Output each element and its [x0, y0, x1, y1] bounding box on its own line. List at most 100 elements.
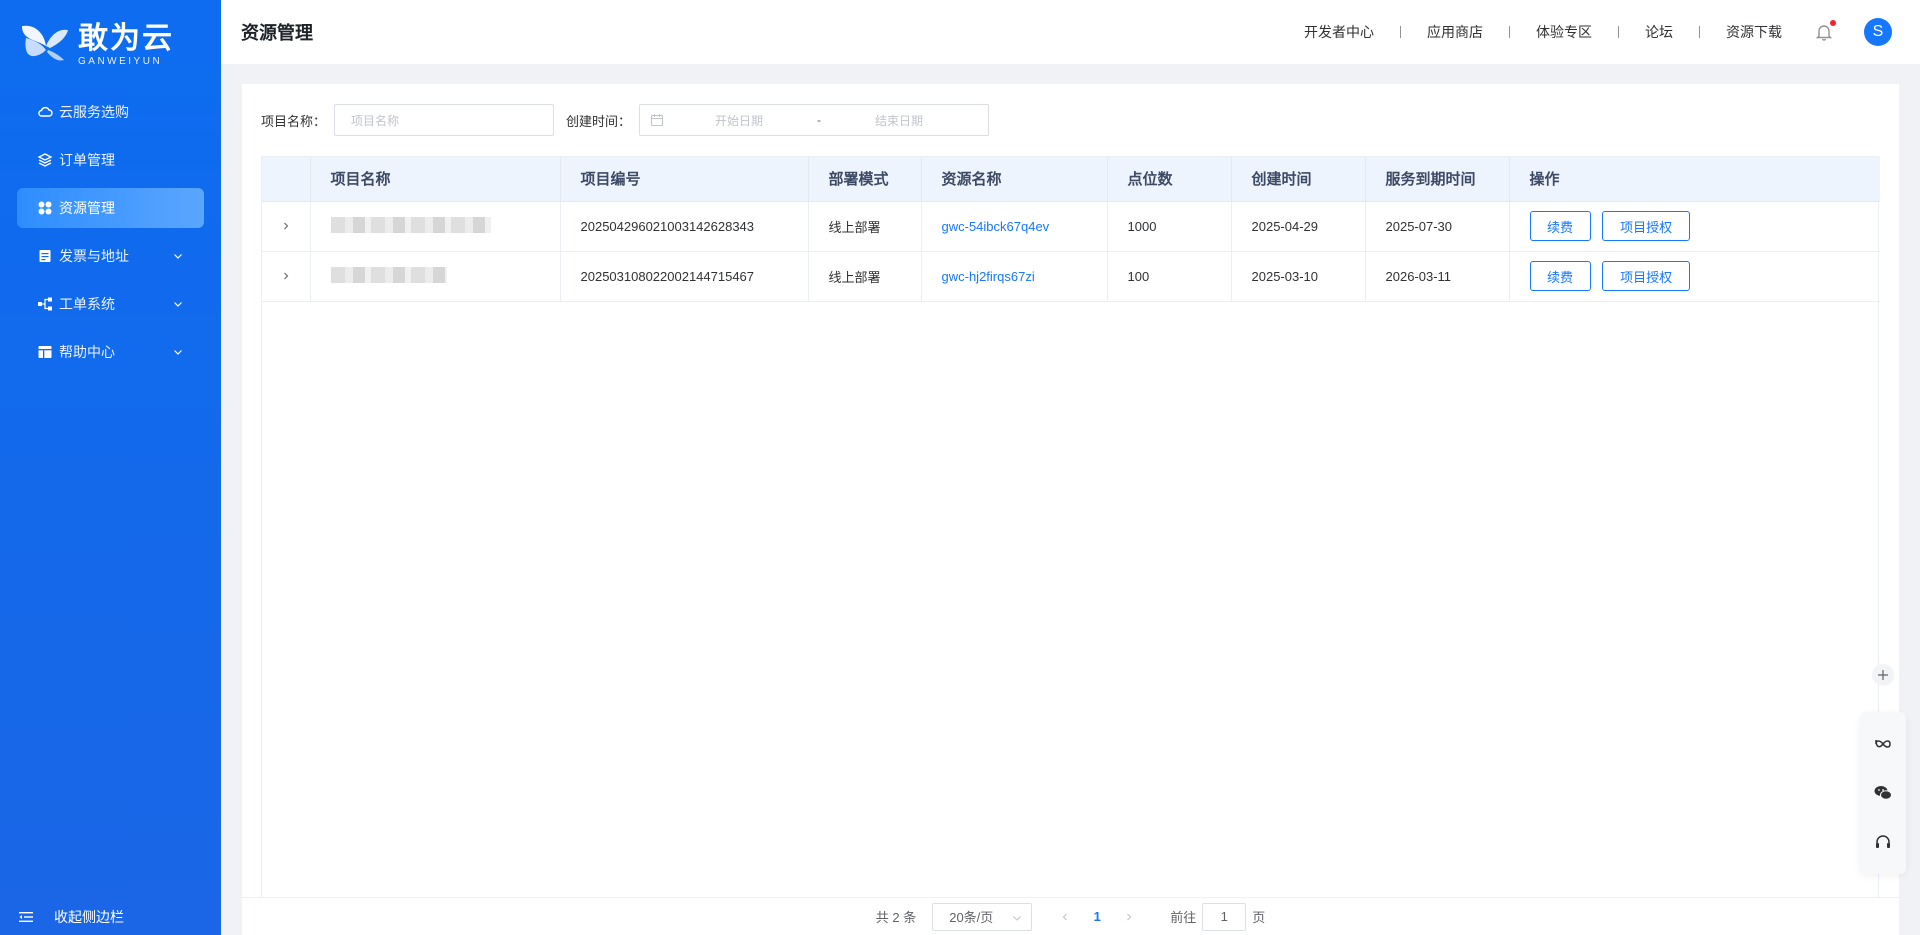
actions-cell: 续费 项目授权 — [1509, 251, 1880, 302]
resource-name-cell: gwc-hj2firqs67zi — [921, 251, 1108, 302]
renew-button[interactable]: 续费 — [1529, 261, 1591, 291]
page-size-select[interactable]: 20条/页 — [932, 902, 1033, 931]
invoice-icon — [37, 248, 53, 264]
column-header-project-name: 项目名称 — [310, 157, 561, 202]
goto-page-input[interactable]: 1 — [1202, 902, 1247, 931]
collapse-sidebar-button[interactable]: 收起侧边栏 — [18, 905, 124, 929]
sidebar-item-label: 发票与地址 — [59, 248, 129, 264]
start-date-input[interactable]: 开始日期 — [664, 112, 814, 129]
project-name-placeholder: 项目名称 — [351, 113, 400, 128]
project-name-cell — [310, 201, 561, 252]
chevron-right-icon — [281, 219, 291, 234]
column-header-points: 点位数 — [1107, 157, 1232, 202]
nav-link-resource-download[interactable]: 资源下载 — [1700, 22, 1808, 42]
resource-name-cell: gwc-54ibck67q4ev — [921, 201, 1108, 252]
project-name-label: 项目名称： — [261, 113, 327, 129]
date-range-picker[interactable]: 开始日期 - 结束日期 — [639, 104, 990, 136]
cloud-icon — [37, 104, 53, 120]
sidebar-item-label: 订单管理 — [59, 152, 115, 168]
bell-icon[interactable] — [1814, 20, 1836, 42]
top-header: 资源管理 开发者中心 应用商店 体验专区 论坛 资源下载 S — [221, 0, 1920, 64]
page-number-current[interactable]: 1 — [1082, 903, 1112, 931]
project-id-cell: 20250429602100314262834​3 — [560, 201, 809, 252]
created-time-label: 创建时间： — [566, 113, 632, 129]
sidebar-item-resources[interactable]: 资源管理 — [17, 188, 204, 228]
chevron-right-icon — [281, 269, 291, 284]
butterfly-logo-icon — [20, 22, 72, 68]
chevron-down-icon — [172, 249, 184, 261]
expand-row-button[interactable] — [262, 201, 311, 252]
column-header-project-id: 项目编号 — [560, 157, 809, 202]
nav-link-experience-zone[interactable]: 体验专区 — [1510, 22, 1618, 42]
column-header-deploy-mode: 部署模式 — [808, 157, 922, 202]
nav-link-app-store[interactable]: 应用商店 — [1401, 22, 1509, 42]
table-header-row: 项目名称 项目编号 部署模式 资源名称 点位数 创建时间 服务到期时间 操作 — [262, 157, 1880, 202]
project-name-input[interactable]: 项目名称 — [334, 104, 555, 136]
goto-label: 前往 — [1170, 910, 1197, 925]
brand-name-en: GANWEIYUN — [78, 56, 163, 67]
sidebar-item-help[interactable]: 帮助中心 — [17, 332, 204, 372]
next-page-button[interactable] — [1114, 903, 1144, 931]
brand-logo[interactable]: 敢为云 GANWEIYUN — [0, 0, 221, 90]
sidebar-item-tickets[interactable]: 工单系统 — [17, 284, 204, 324]
page-title: 资源管理 — [241, 23, 313, 43]
chevron-down-icon — [172, 297, 184, 309]
sidebar-item-orders[interactable]: 订单管理 — [17, 140, 204, 180]
plus-icon — [1878, 670, 1888, 680]
help-icon — [37, 344, 53, 360]
column-header-expand — [262, 157, 311, 202]
deploy-mode-cell: 线上部署 — [808, 251, 922, 302]
prev-page-button[interactable] — [1050, 903, 1080, 931]
layers-icon — [37, 152, 53, 168]
end-date-input[interactable]: 结束日期 — [824, 112, 974, 129]
sidebar-nav: 云服务选购 订单管理 资源管理 发票与地址 工单系统 帮助中心 — [0, 92, 221, 372]
sidebar: 敢为云 GANWEIYUN 云服务选购 订单管理 资源管理 发票与地址 工单系统… — [0, 0, 221, 935]
expand-row-button[interactable] — [262, 251, 311, 302]
created-cell: 2025-04-29 — [1231, 201, 1366, 252]
filter-bar: 项目名称： 项目名称 创建时间： 开始日期 - 结束日期 — [261, 104, 990, 136]
column-header-actions: 操作 — [1509, 157, 1880, 202]
infinity-icon[interactable] — [1873, 734, 1893, 754]
headset-support-icon[interactable] — [1873, 832, 1893, 852]
nav-link-developer-center[interactable]: 开发者中心 — [1278, 22, 1400, 42]
sidebar-item-label: 云服务选购 — [59, 104, 129, 120]
table-row: 20250429602100314262834​3 线上部署 gwc-54ibc… — [262, 201, 1880, 252]
column-header-resource-name: 资源名称 — [921, 157, 1108, 202]
expires-cell: 2025-07-30 — [1365, 201, 1510, 252]
pagination: 共 2 条 20条/页 1 前往 1 页 — [242, 897, 1899, 935]
chevron-down-icon — [1011, 912, 1023, 924]
page-size-value: 20条/页 — [949, 910, 994, 925]
sidebar-item-invoices[interactable]: 发票与地址 — [17, 236, 204, 276]
wechat-icon[interactable] — [1873, 783, 1893, 803]
project-name-cell — [310, 251, 561, 302]
deploy-mode-cell: 线上部署 — [808, 201, 922, 252]
goto-suffix: 页 — [1252, 910, 1266, 925]
resource-name-link[interactable]: gwc-hj2firqs67zi — [942, 269, 1035, 284]
top-nav: 开发者中心 应用商店 体验专区 论坛 资源下载 S — [1278, 0, 1920, 64]
resource-name-link[interactable]: gwc-54ibck67q4ev — [942, 219, 1050, 234]
renew-button[interactable]: 续费 — [1529, 211, 1591, 241]
pagination-total: 共 2 条 — [875, 910, 917, 925]
actions-cell: 续费 项目授权 — [1509, 201, 1880, 252]
collapse-sidebar-label: 收起侧边栏 — [54, 909, 124, 925]
created-cell: 2025-03-10 — [1231, 251, 1366, 302]
column-header-expires: 服务到期时间 — [1365, 157, 1510, 202]
redacted-project-name — [330, 266, 447, 283]
chevron-down-icon — [172, 345, 184, 357]
goto-page: 前往 1 页 — [1170, 902, 1266, 931]
main-content: 项目名称： 项目名称 创建时间： 开始日期 - 结束日期 项目名称 项目编号 部… — [242, 84, 1899, 935]
project-id-cell: 20250310802200214471546​7 — [560, 251, 809, 302]
workflow-icon — [37, 296, 53, 312]
avatar[interactable]: S — [1864, 18, 1892, 46]
sidebar-item-cloud-purchase[interactable]: 云服务选购 — [17, 92, 204, 132]
grid-icon — [37, 200, 53, 216]
sidebar-item-label: 帮助中心 — [59, 344, 115, 360]
expires-cell: 2026-03-11 — [1365, 251, 1510, 302]
authorize-button[interactable]: 项目授权 — [1602, 211, 1691, 241]
sidebar-item-label: 资源管理 — [59, 200, 115, 216]
nav-link-forum[interactable]: 论坛 — [1619, 22, 1699, 42]
range-separator: - — [817, 113, 822, 127]
authorize-button[interactable]: 项目授权 — [1602, 261, 1691, 291]
floating-toolbar — [1860, 712, 1906, 874]
expand-tools-button[interactable] — [1872, 664, 1894, 686]
